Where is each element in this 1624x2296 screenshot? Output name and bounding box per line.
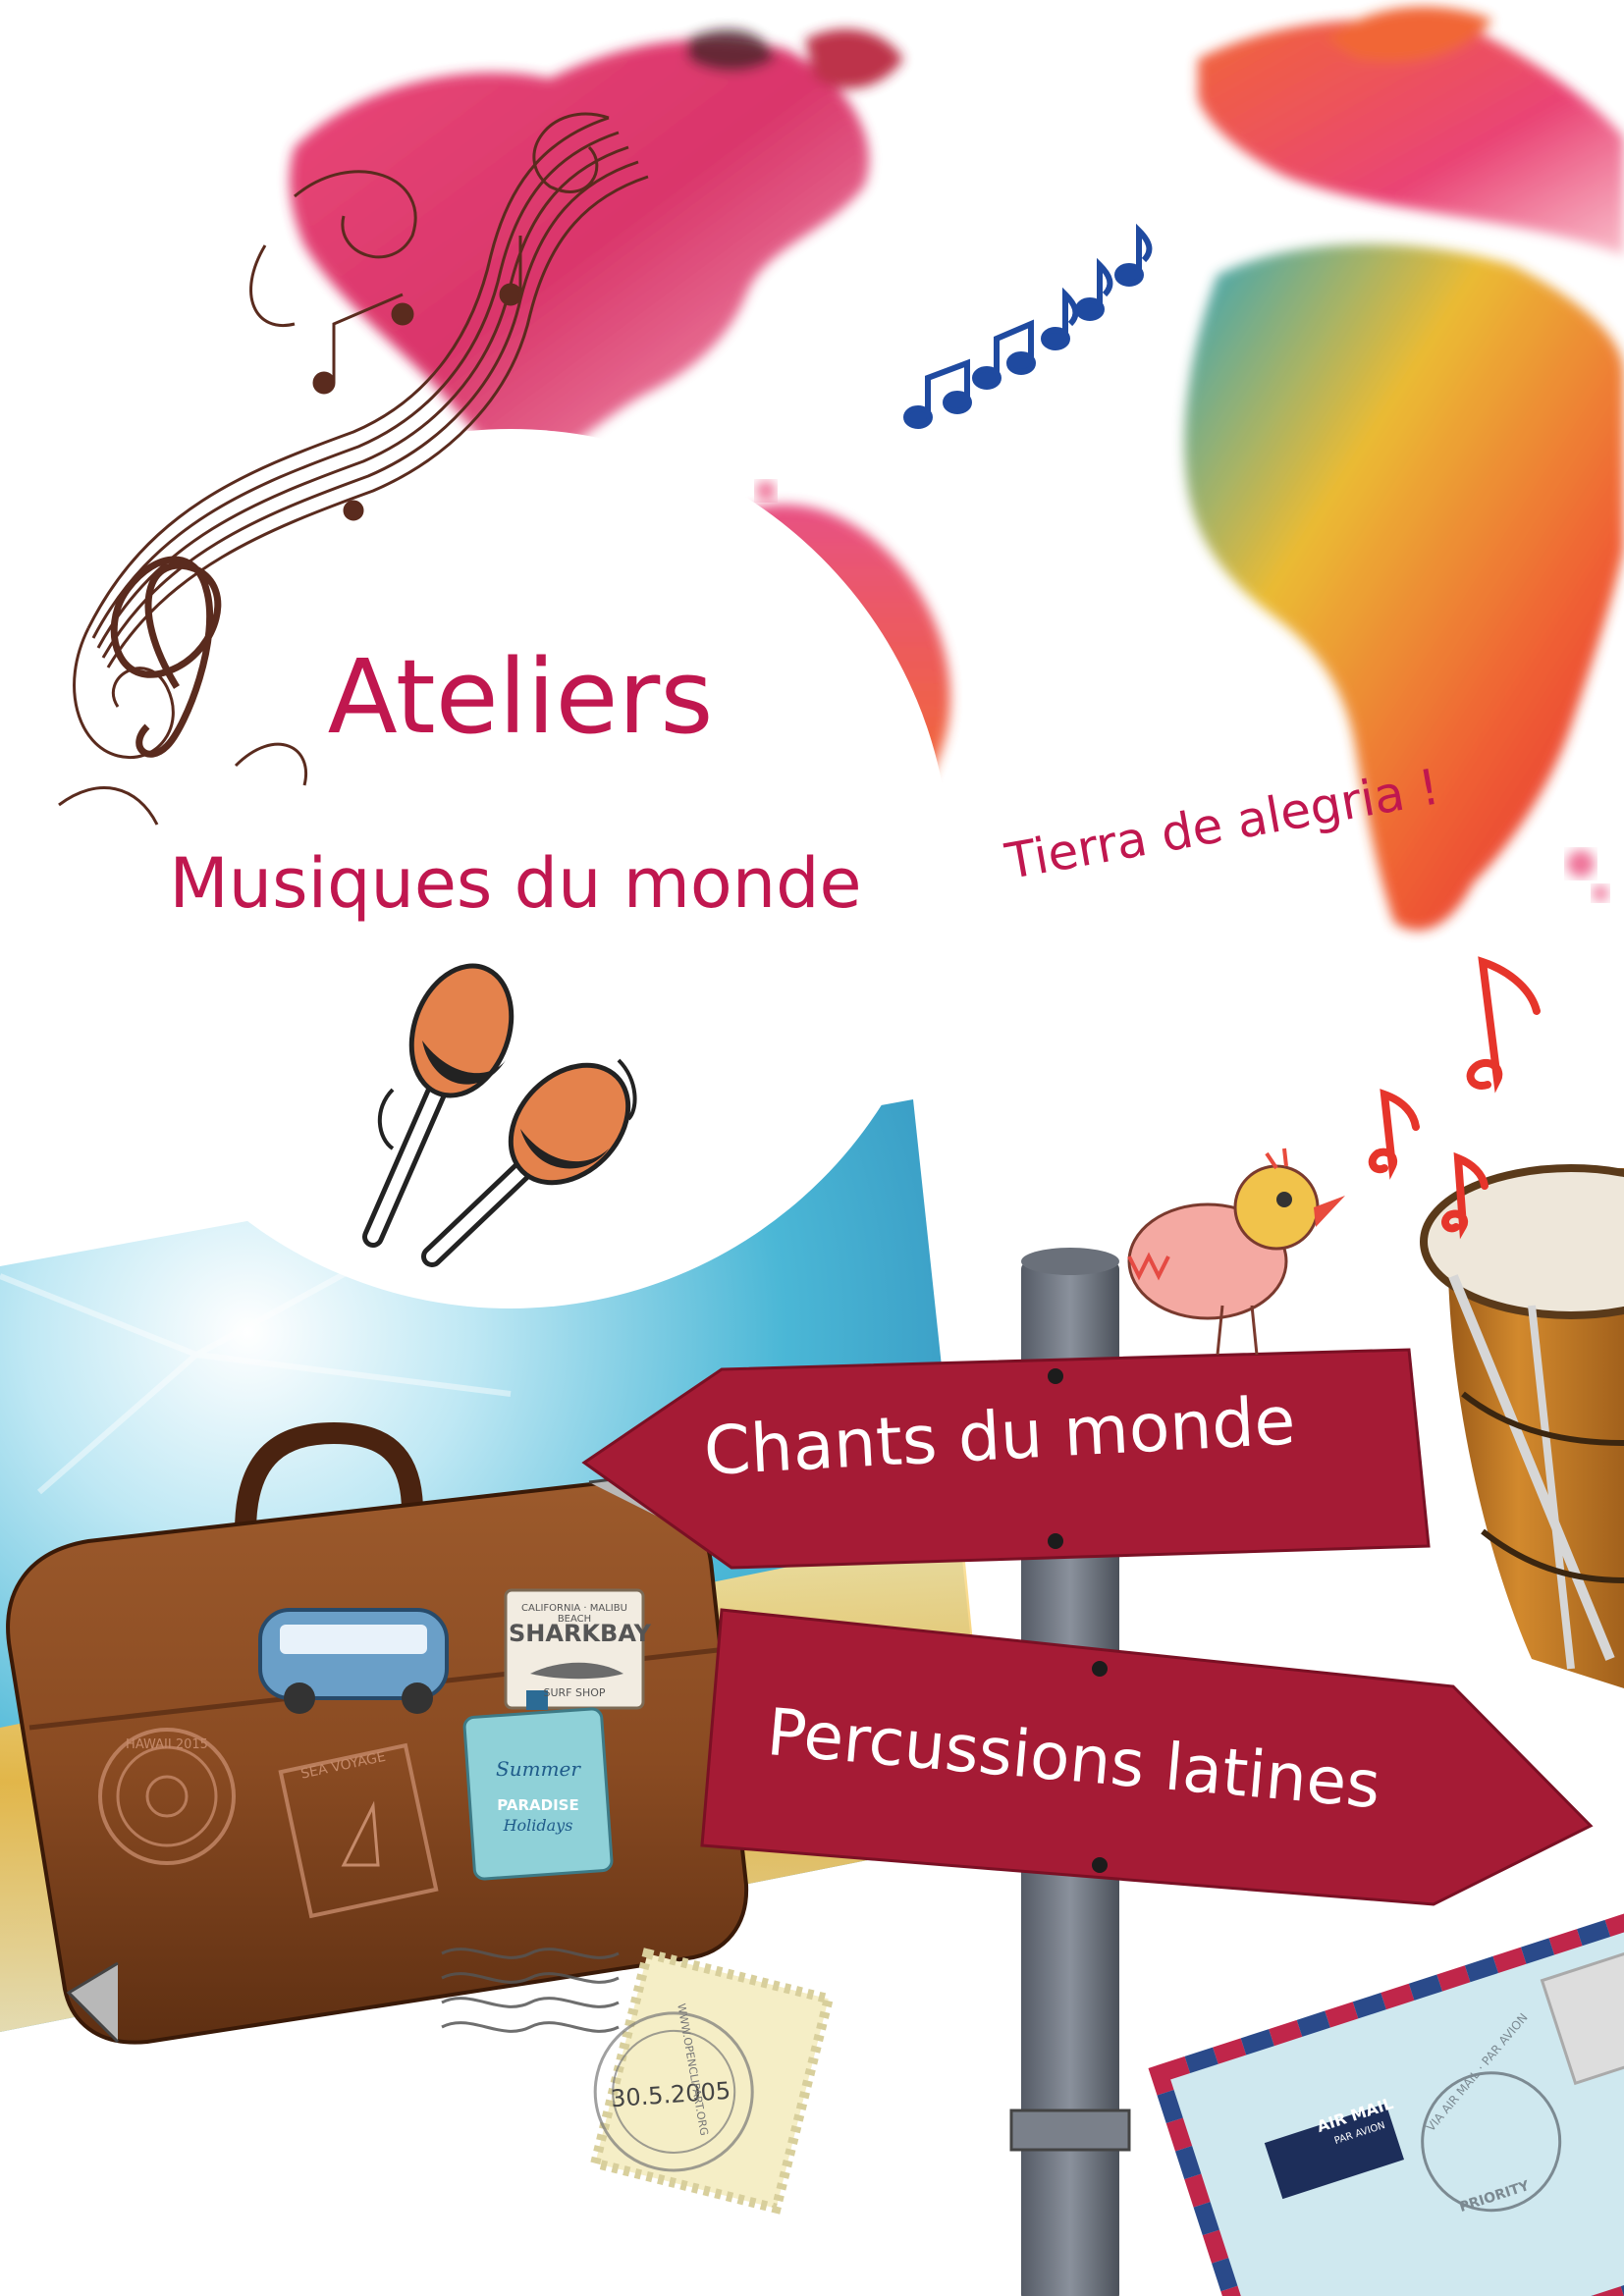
summer-text: Summer [496, 1757, 580, 1781]
bird-illustration [1127, 1148, 1345, 1356]
blue-music-notes [903, 223, 1153, 429]
poster-subtitle: Musiques du monde [169, 843, 862, 924]
paradise-text: PARADISE [497, 1796, 579, 1814]
hawaii-stamp-text: HAWAII 2015 [126, 1737, 208, 1752]
sharkbay-bottom-text: SURF SHOP [543, 1686, 606, 1699]
europe-shape [1198, 6, 1624, 255]
conga-drum [1420, 1164, 1624, 1688]
world-map-illustration [0, 6, 1624, 2296]
holidays-text: Holidays [503, 1816, 573, 1835]
poster: Ateliers Musiques du monde Tierra de ale… [0, 0, 1624, 2296]
north-america-shape [289, 28, 903, 471]
poster-title: Ateliers [327, 637, 714, 757]
sharkbay-text: SHARKBAY [509, 1620, 651, 1647]
